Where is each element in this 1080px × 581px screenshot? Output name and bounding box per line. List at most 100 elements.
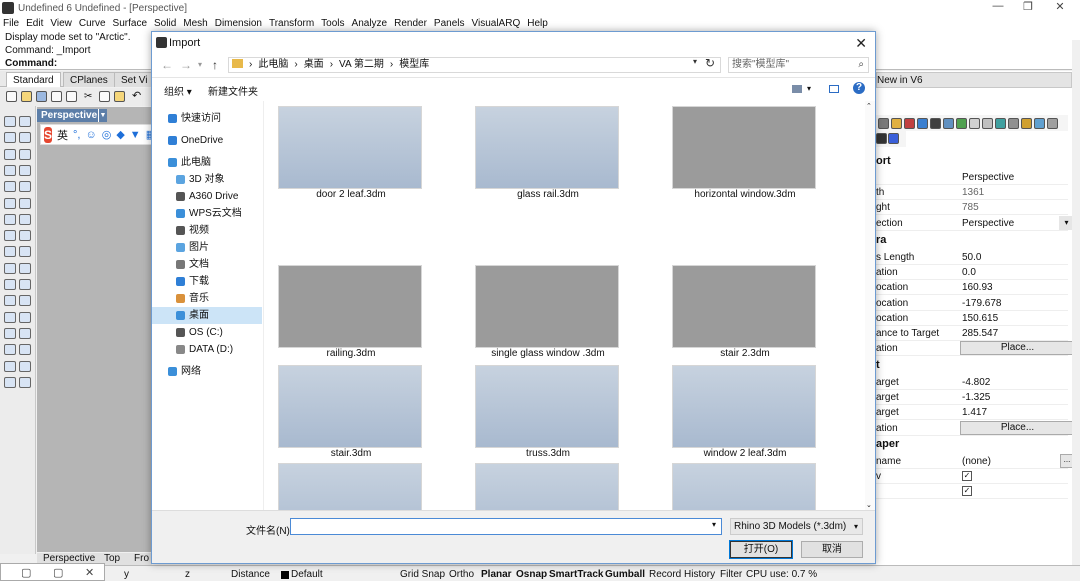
file-list-scrollbar[interactable]: ⌃ ⌄ (865, 101, 875, 510)
back-arrow-icon[interactable]: ← (161, 58, 173, 72)
skin-icon[interactable]: ◆ (116, 128, 124, 141)
menu-item-help[interactable]: Help (527, 18, 548, 29)
maximize-icon[interactable]: ▢ (53, 566, 63, 579)
tool-icon[interactable] (4, 295, 16, 307)
property-value[interactable]: -1.325 (962, 392, 990, 403)
menu-item-surface[interactable]: Surface (113, 18, 147, 29)
gumball-toggle[interactable]: Gumball (605, 569, 645, 580)
grid-snap-toggle[interactable]: Grid Snap (400, 569, 445, 580)
close-icon[interactable]: ✕ (85, 566, 94, 579)
file-item[interactable]: glass rail.3dm (475, 106, 621, 202)
recent-chevron-icon[interactable]: ▾ (198, 60, 202, 69)
property-value[interactable]: 0.0 (962, 267, 976, 278)
tool-icon[interactable] (4, 148, 16, 160)
property-value[interactable]: 1.417 (962, 407, 987, 418)
property-value[interactable]: 50.0 (962, 252, 981, 263)
property-value[interactable]: 785 (962, 202, 979, 213)
viewport-title[interactable]: Perspective (37, 109, 107, 122)
panel-tool-icon[interactable] (1034, 118, 1045, 129)
tool-icon[interactable] (4, 164, 16, 176)
object-properties-icon[interactable] (876, 133, 887, 144)
panel-tool-icon[interactable] (956, 118, 967, 129)
organize-button[interactable]: 组织 ▾ (164, 83, 192, 98)
new-folder-button[interactable]: 新建文件夹 (208, 83, 258, 98)
property-value[interactable]: 150.615 (962, 313, 998, 324)
file-item[interactable] (475, 463, 621, 510)
tool-icon[interactable] (4, 262, 16, 274)
file-item[interactable] (672, 463, 818, 510)
section-header[interactable]: ra (876, 234, 886, 246)
punctuation-icon[interactable]: °, (73, 129, 80, 141)
filename-input[interactable] (290, 518, 722, 535)
undo-icon[interactable]: ↶ (132, 91, 143, 102)
search-icon[interactable]: ⌕ (858, 58, 864, 72)
menu-item-analyze[interactable]: Analyze (352, 18, 388, 29)
save-icon[interactable] (36, 91, 47, 102)
section-header[interactable]: aper (876, 438, 899, 450)
tool-icon[interactable] (19, 116, 31, 127)
menu-item-solid[interactable]: Solid (154, 18, 176, 29)
osnap-toggle[interactable]: Osnap (516, 569, 547, 580)
voice-icon[interactable]: ◎ (102, 128, 112, 141)
file-item[interactable]: horizontal window.3dm (672, 106, 818, 202)
search-input[interactable]: 搜索"模型库" ⌕ (728, 57, 869, 73)
tool-icon[interactable] (19, 327, 31, 339)
nav-item[interactable]: 此电脑 (152, 154, 262, 171)
property-value[interactable]: 1361 (962, 187, 984, 198)
file-item[interactable]: railing.3dm (278, 265, 424, 361)
nav-item[interactable]: OneDrive (152, 132, 262, 149)
tool-icon[interactable] (19, 230, 31, 242)
property-checkbox[interactable]: ✓ (962, 486, 972, 497)
menu-item-tools[interactable]: Tools (321, 18, 344, 29)
restore-icon[interactable]: ❐ (1013, 0, 1043, 13)
tool-icon[interactable] (4, 344, 16, 356)
menu-item-render[interactable]: Render (394, 18, 427, 29)
file-item[interactable]: window 2 leaf.3dm (672, 365, 818, 461)
open-file-icon[interactable] (21, 91, 32, 102)
panel-tool-icon[interactable] (930, 118, 941, 129)
file-item[interactable]: truss.3dm (475, 365, 621, 461)
menu-item-file[interactable]: File (3, 18, 19, 29)
nav-item[interactable]: 文档 (152, 256, 262, 273)
viewport-tab-top[interactable]: Top (104, 553, 120, 564)
tool-icon[interactable] (19, 246, 31, 258)
tool-icon[interactable] (4, 327, 16, 339)
camera-properties-icon[interactable] (888, 133, 899, 144)
close-icon[interactable]: ✕ (855, 32, 867, 54)
section-header[interactable]: ort (876, 155, 891, 167)
menu-item-view[interactable]: View (50, 18, 72, 29)
forward-arrow-icon[interactable]: → (180, 58, 192, 72)
tool-icon[interactable] (19, 311, 31, 323)
menu-item-panels[interactable]: Panels (434, 18, 465, 29)
tool-icon[interactable] (19, 360, 31, 372)
nav-item[interactable]: 网络 (152, 363, 262, 380)
tool-icon[interactable] (19, 132, 31, 144)
open-button[interactable]: 打开(O) (729, 540, 793, 559)
property-checkbox[interactable]: ✓ (962, 471, 972, 482)
tool-icon[interactable] (4, 376, 16, 388)
property-value[interactable]: 160.93 (962, 282, 993, 293)
tool-icon[interactable] (19, 213, 31, 225)
panel-tool-icon[interactable] (891, 118, 902, 129)
menu-item-dimension[interactable]: Dimension (215, 18, 262, 29)
copy-icon[interactable] (99, 91, 110, 102)
sogou-logo[interactable]: S (44, 126, 53, 143)
breadcrumb-item[interactable]: 桌面 (304, 59, 324, 70)
refresh-icon[interactable]: ↻ (705, 56, 715, 70)
tool-icon[interactable] (19, 344, 31, 356)
tool-icon[interactable] (4, 230, 16, 242)
emoji-icon[interactable]: ☺ (85, 129, 96, 141)
filetype-select[interactable]: Rhino 3D Models (*.3dm) ▾ (730, 518, 863, 535)
viewport-tab-front[interactable]: Fro (134, 553, 149, 564)
perspective-viewport[interactable] (37, 107, 152, 552)
tab-standard[interactable]: Standard (6, 72, 61, 87)
file-item[interactable]: stair 2.3dm (672, 265, 818, 361)
nav-item[interactable]: A360 Drive (152, 188, 262, 205)
panel-tool-icon[interactable] (982, 118, 993, 129)
nav-item[interactable]: 图片 (152, 239, 262, 256)
tool-icon[interactable] (19, 148, 31, 160)
viewport-menu-chevron-icon[interactable]: ▼ (98, 109, 107, 122)
filter-toggle[interactable]: Filter (720, 569, 742, 580)
tool-icon[interactable] (4, 213, 16, 225)
file-item[interactable]: door 2 leaf.3dm (278, 106, 424, 202)
